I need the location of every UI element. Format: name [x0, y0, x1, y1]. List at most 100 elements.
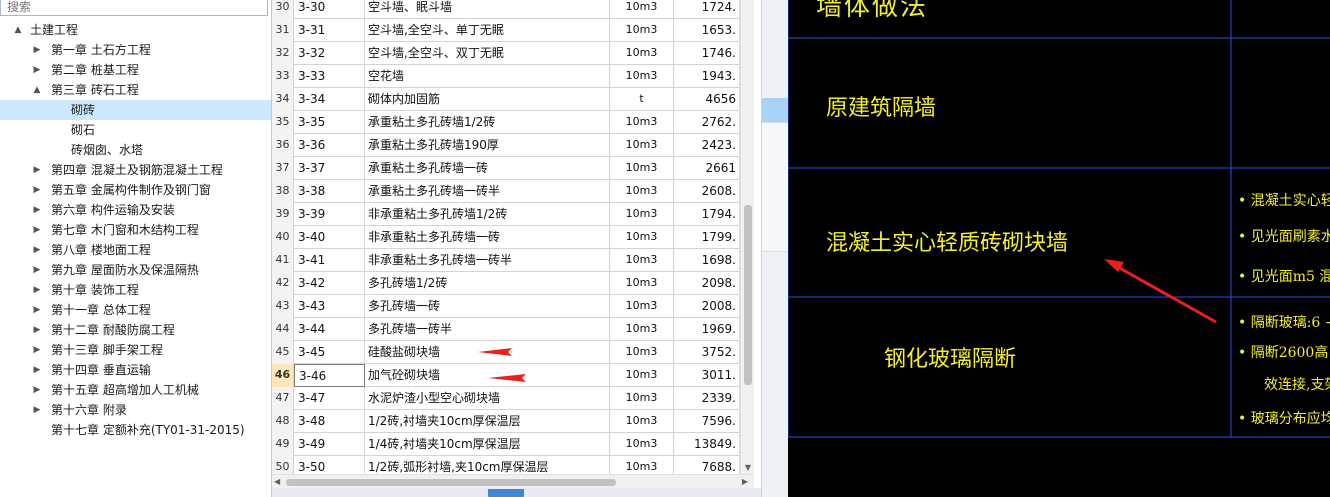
side-splitter[interactable]: [761, 0, 789, 497]
quota-name-cell[interactable]: 空斗墙,全空斗、单丁无眠: [365, 19, 610, 42]
table-row[interactable]: 38 3-38 承重粘土多孔砖墙一砖半 10m3 2608.: [272, 180, 740, 203]
table-horizontal-scrollbar[interactable]: ◀ ▶: [272, 474, 754, 488]
quota-code-cell[interactable]: 3-46: [294, 364, 365, 387]
quota-price-cell[interactable]: 1746.: [674, 42, 740, 65]
quota-price-cell[interactable]: 2098.: [674, 272, 740, 295]
quota-unit-cell[interactable]: 10m3: [610, 410, 674, 433]
tree-item[interactable]: ▶ 第四章 混凝土及钢筋混凝土工程: [0, 160, 271, 180]
tree-item[interactable]: ▶ 第二章 桩基工程: [0, 60, 271, 80]
tree-collapsed-icon[interactable]: ▶: [31, 320, 43, 340]
scroll-left-arrow-icon[interactable]: ◀: [274, 475, 280, 489]
quota-code-cell[interactable]: 3-38: [294, 180, 365, 203]
row-number-cell[interactable]: 38: [272, 180, 294, 203]
quota-unit-cell[interactable]: 10m3: [610, 272, 674, 295]
row-number-cell[interactable]: 34: [272, 88, 294, 111]
quota-name-cell[interactable]: 非承重粘土多孔砖墙一砖半: [365, 249, 610, 272]
row-number-cell[interactable]: 43: [272, 295, 294, 318]
table-row[interactable]: 34 3-34 砌体内加固筋 t 4656: [272, 88, 740, 111]
quota-code-cell[interactable]: 3-44: [294, 318, 365, 341]
quota-unit-cell[interactable]: 10m3: [610, 180, 674, 203]
quota-code-cell[interactable]: 3-36: [294, 134, 365, 157]
row-number-cell[interactable]: 46: [272, 364, 294, 387]
table-row[interactable]: 41 3-41 非承重粘土多孔砖墙一砖半 10m3 1698.: [272, 249, 740, 272]
tree-item[interactable]: ▶ 第十五章 超高增加人工机械: [0, 380, 271, 400]
quota-code-cell[interactable]: 3-34: [294, 88, 365, 111]
table-row[interactable]: 31 3-31 空斗墙,全空斗、单丁无眠 10m3 1653.: [272, 19, 740, 42]
panel-collapse-handle[interactable]: [488, 489, 524, 497]
quota-code-cell[interactable]: 3-43: [294, 295, 365, 318]
quota-price-cell[interactable]: 1653.: [674, 19, 740, 42]
row-number-cell[interactable]: 42: [272, 272, 294, 295]
tree-expanded-icon[interactable]: ▲: [12, 20, 24, 40]
quota-code-cell[interactable]: 3-37: [294, 157, 365, 180]
quota-code-cell[interactable]: 3-40: [294, 226, 365, 249]
scroll-right-arrow-icon[interactable]: ▶: [742, 475, 748, 489]
quota-name-cell[interactable]: 承重粘土多孔砖墙一砖: [365, 157, 610, 180]
quota-name-cell[interactable]: 空斗墙、眠斗墙: [365, 0, 610, 19]
quota-name-cell[interactable]: 空斗墙,全空斗、双丁无眠: [365, 42, 610, 65]
quota-code-cell[interactable]: 3-32: [294, 42, 365, 65]
tree-item[interactable]: 第十七章 定额补充(TY01-31-2015): [0, 420, 271, 440]
tree-item[interactable]: ▲ 土建工程: [0, 20, 271, 40]
quota-unit-cell[interactable]: 10m3: [610, 42, 674, 65]
tree-item[interactable]: ▶ 第十章 装饰工程: [0, 280, 271, 300]
table-row[interactable]: 32 3-32 空斗墙,全空斗、双丁无眠 10m3 1746.: [272, 42, 740, 65]
table-row[interactable]: 37 3-37 承重粘土多孔砖墙一砖 10m3 2661: [272, 157, 740, 180]
row-number-cell[interactable]: 32: [272, 42, 294, 65]
quota-code-cell[interactable]: 3-30: [294, 0, 365, 19]
tree-item[interactable]: ▶ 第十三章 脚手架工程: [0, 340, 271, 360]
quota-code-cell[interactable]: 3-39: [294, 203, 365, 226]
row-number-cell[interactable]: 41: [272, 249, 294, 272]
tree-item[interactable]: ▶ 第七章 木门窗和木结构工程: [0, 220, 271, 240]
table-row[interactable]: 35 3-35 承重粘土多孔砖墙1/2砖 10m3 2762.: [272, 111, 740, 134]
quota-name-cell[interactable]: 水泥炉渣小型空心砌块墙: [365, 387, 610, 410]
tree-item[interactable]: ▶ 第八章 楼地面工程: [0, 240, 271, 260]
tree-item[interactable]: 砖烟囱、水塔: [0, 140, 271, 160]
row-number-cell[interactable]: 49: [272, 433, 294, 456]
table-row[interactable]: 48 3-48 1/2砖,衬墙夹10cm厚保温层 10m3 7596.: [272, 410, 740, 433]
quota-price-cell[interactable]: 7596.: [674, 410, 740, 433]
tree-expanded-icon[interactable]: ▲: [31, 80, 43, 100]
quota-name-cell[interactable]: 1/2砖,衬墙夹10cm厚保温层: [365, 410, 610, 433]
quota-code-cell[interactable]: 3-35: [294, 111, 365, 134]
quota-unit-cell[interactable]: 10m3: [610, 433, 674, 456]
quota-code-cell[interactable]: 3-42: [294, 272, 365, 295]
quota-name-cell[interactable]: 1/4砖,衬墙夹10cm厚保温层: [365, 433, 610, 456]
cad-drawing-view[interactable]: 墙体做法 原建筑隔墙 混凝土实心轻质砖砌块墙 钢化玻璃隔断 • 混凝土实心轻 •…: [788, 0, 1330, 497]
table-row[interactable]: 39 3-39 非承重粘土多孔砖墙1/2砖 10m3 1794.: [272, 203, 740, 226]
quota-unit-cell[interactable]: 10m3: [610, 0, 674, 19]
quota-code-cell[interactable]: 3-48: [294, 410, 365, 433]
quota-name-cell[interactable]: 空花墙: [365, 65, 610, 88]
table-row[interactable]: 30 3-30 空斗墙、眠斗墙 10m3 1724.: [272, 0, 740, 19]
tree-item[interactable]: ▶ 第九章 屋面防水及保温隔热: [0, 260, 271, 280]
row-number-cell[interactable]: 40: [272, 226, 294, 249]
quota-unit-cell[interactable]: 10m3: [610, 19, 674, 42]
row-number-cell[interactable]: 30: [272, 0, 294, 19]
tree-collapsed-icon[interactable]: ▶: [31, 400, 43, 420]
quota-price-cell[interactable]: 4656: [674, 88, 740, 111]
row-number-cell[interactable]: 35: [272, 111, 294, 134]
quota-name-cell[interactable]: 非承重粘土多孔砖墙一砖: [365, 226, 610, 249]
quota-price-cell[interactable]: 3752.: [674, 341, 740, 364]
tree-collapsed-icon[interactable]: ▶: [31, 60, 43, 80]
tree-item[interactable]: ▶ 第十六章 附录: [0, 400, 271, 420]
tree-collapsed-icon[interactable]: ▶: [31, 180, 43, 200]
quota-code-cell[interactable]: 3-41: [294, 249, 365, 272]
tree-collapsed-icon[interactable]: ▶: [31, 260, 43, 280]
table-row[interactable]: 49 3-49 1/4砖,衬墙夹10cm厚保温层 10m3 13849.: [272, 433, 740, 456]
quota-unit-cell[interactable]: 10m3: [610, 387, 674, 410]
quota-code-cell[interactable]: 3-31: [294, 19, 365, 42]
row-number-cell[interactable]: 36: [272, 134, 294, 157]
tree-item[interactable]: ▶ 第十四章 垂直运输: [0, 360, 271, 380]
tree-item[interactable]: 砌砖: [0, 100, 271, 120]
quota-price-cell[interactable]: 2661: [674, 157, 740, 180]
quota-unit-cell[interactable]: 10m3: [610, 134, 674, 157]
row-number-cell[interactable]: 37: [272, 157, 294, 180]
row-number-cell[interactable]: 44: [272, 318, 294, 341]
quota-unit-cell[interactable]: 10m3: [610, 65, 674, 88]
row-number-cell[interactable]: 33: [272, 65, 294, 88]
tree-collapsed-icon[interactable]: ▶: [31, 220, 43, 240]
quota-code-cell[interactable]: 3-33: [294, 65, 365, 88]
table-row[interactable]: 44 3-44 多孔砖墙一砖半 10m3 1969.: [272, 318, 740, 341]
quota-code-cell[interactable]: 3-47: [294, 387, 365, 410]
